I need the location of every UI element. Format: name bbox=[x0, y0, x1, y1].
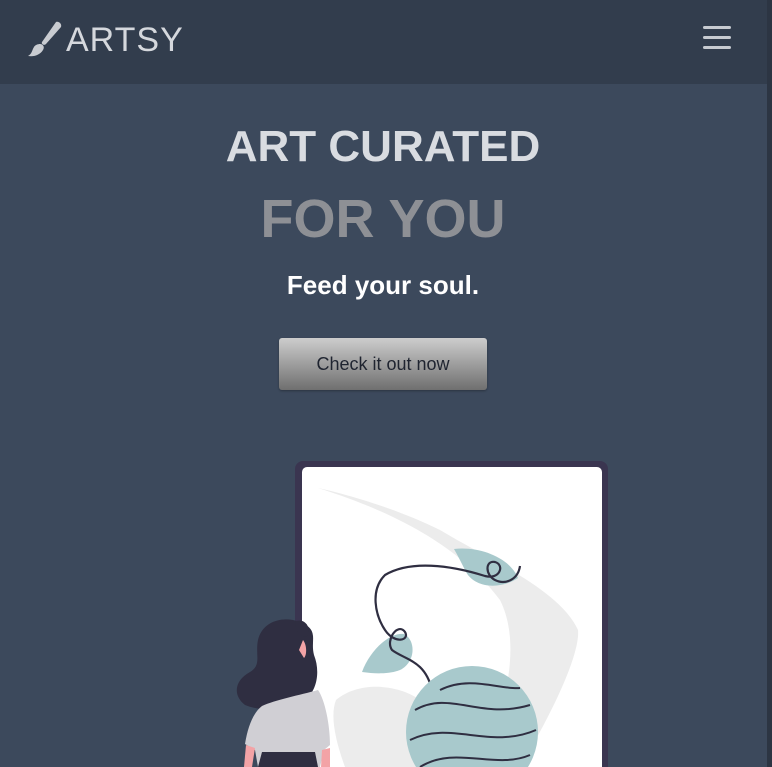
brand-name: ARTSY bbox=[66, 21, 184, 59]
woman-skirt bbox=[258, 752, 318, 767]
hero-section: ART CURATED FOR YOU Feed your soul. Chec… bbox=[0, 84, 772, 767]
paintbrush-icon bbox=[28, 21, 62, 57]
woman-viewing-art-illustration bbox=[236, 461, 608, 767]
brand-logo[interactable]: ARTSY bbox=[26, 20, 184, 60]
scrollbar[interactable] bbox=[767, 0, 772, 767]
hamburger-menu-icon[interactable] bbox=[700, 23, 734, 51]
navbar: ARTSY bbox=[0, 0, 772, 84]
